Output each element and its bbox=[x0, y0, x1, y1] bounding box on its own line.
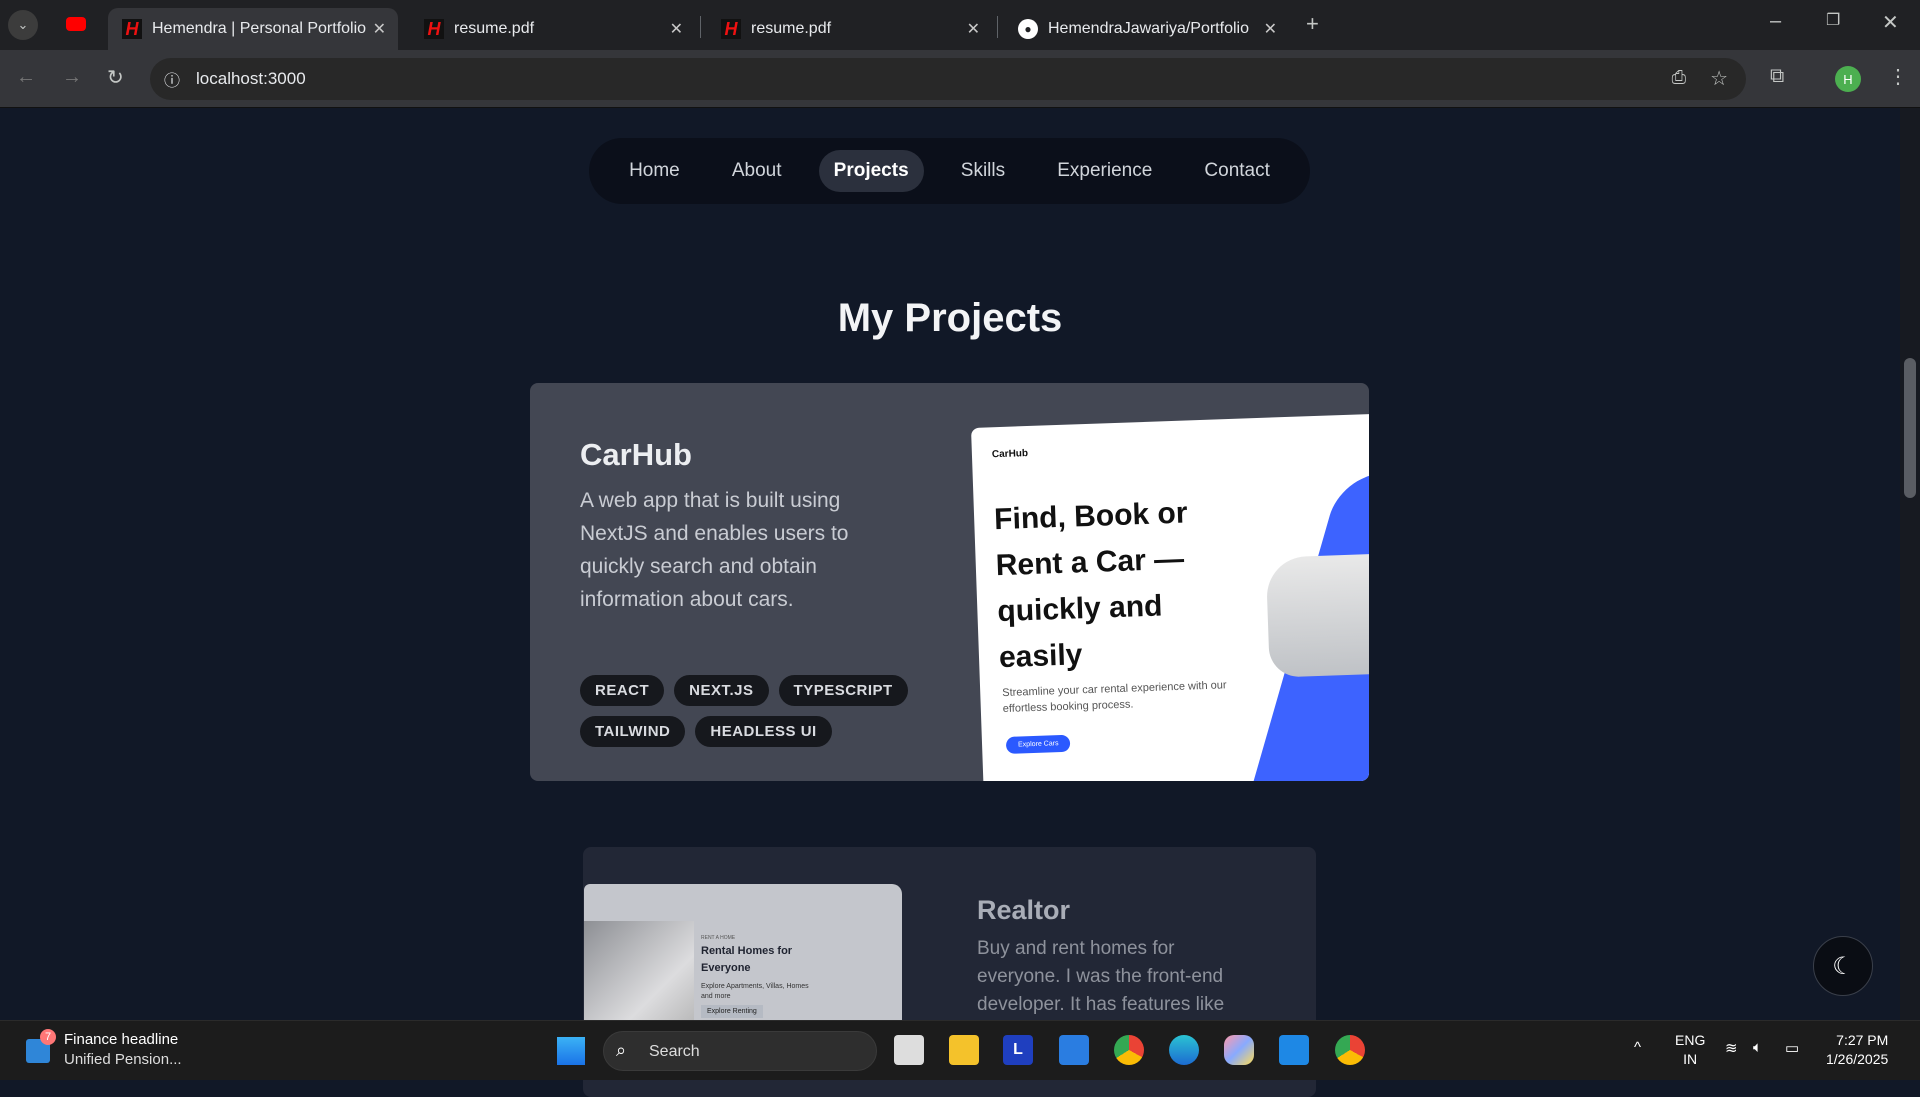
lang-code: ENG bbox=[1675, 1032, 1706, 1048]
car-image bbox=[1265, 552, 1369, 678]
news-title[interactable]: Finance headline bbox=[64, 1031, 178, 1048]
tab-title: Hemendra | Personal Portfolio bbox=[152, 20, 367, 37]
tray-overflow-icon[interactable]: ^ bbox=[1634, 1039, 1641, 1056]
nav-experience[interactable]: Experience bbox=[1042, 150, 1167, 192]
copilot-icon[interactable] bbox=[1224, 1035, 1254, 1065]
theme-toggle-button[interactable]: ☾ bbox=[1813, 936, 1873, 996]
nav-contact[interactable]: Contact bbox=[1189, 150, 1284, 192]
section-title: My Projects bbox=[837, 296, 1063, 340]
file-explorer-icon[interactable] bbox=[949, 1035, 979, 1065]
azure-app-icon[interactable] bbox=[1059, 1035, 1089, 1065]
nav-skills[interactable]: Skills bbox=[946, 150, 1020, 192]
h-favicon-icon: H bbox=[122, 19, 142, 39]
battery-icon[interactable]: ▭ bbox=[1785, 1039, 1799, 1057]
extensions-icon[interactable]: ⧉ bbox=[1770, 65, 1784, 88]
tab-title: resume.pdf bbox=[454, 20, 535, 37]
main-nav: Home About Projects Skills Experience Co… bbox=[589, 138, 1310, 204]
edge-icon[interactable] bbox=[1169, 1035, 1199, 1065]
minimize-icon[interactable]: – bbox=[1770, 10, 1781, 33]
tab-separator bbox=[997, 16, 998, 38]
time: 7:27 PM bbox=[1836, 1032, 1889, 1048]
search-icon: ⌕ bbox=[616, 1040, 627, 1060]
chrome-icon[interactable] bbox=[1114, 1035, 1144, 1065]
tag-list: REACT NEXT.JS TYPESCRIPT TAILWIND HEADLE… bbox=[580, 675, 940, 747]
tab-search-button[interactable]: ⌄ bbox=[8, 10, 38, 40]
chrome-profile-icon[interactable] bbox=[1335, 1035, 1365, 1065]
start-button[interactable] bbox=[557, 1037, 585, 1065]
h-favicon-icon: H bbox=[424, 19, 444, 39]
tab-resume-1[interactable]: Hresume.pdf ✕ bbox=[410, 8, 695, 50]
preview-subtext: Streamline your car rental experience wi… bbox=[1002, 679, 1227, 716]
youtube-pinned-tab[interactable] bbox=[66, 17, 86, 31]
vscode-icon[interactable] bbox=[1279, 1035, 1309, 1065]
forward-icon[interactable]: → bbox=[62, 66, 82, 89]
news-badge: 7 bbox=[40, 1029, 56, 1045]
preview-headline: Find, Book or Rent a Car — quickly and e… bbox=[993, 496, 1189, 675]
tab-title: HemendraJawariya/Portfolio bbox=[1048, 20, 1249, 37]
new-tab-icon[interactable]: + bbox=[1306, 11, 1319, 37]
reload-icon[interactable]: ↻ bbox=[107, 65, 124, 90]
bookmark-star-icon[interactable]: ☆ bbox=[1710, 66, 1728, 91]
nav-about[interactable]: About bbox=[717, 150, 797, 192]
address-bar[interactable]: ⓘ localhost:3000 ⎙ ☆ bbox=[150, 58, 1746, 100]
restore-icon[interactable]: ❐ bbox=[1826, 10, 1840, 30]
nav-projects[interactable]: Projects bbox=[818, 150, 924, 192]
wifi-icon[interactable]: ≋ bbox=[1725, 1039, 1738, 1057]
url-text[interactable]: localhost:3000 bbox=[196, 69, 306, 89]
preview-headline: Rental Homes for Everyone bbox=[701, 945, 793, 974]
back-icon[interactable]: ← bbox=[16, 66, 36, 89]
project-title: Realtor bbox=[977, 895, 1071, 925]
tab-portfolio[interactable]: H Hemendra | Personal Portfolio ✕ bbox=[108, 8, 398, 50]
tab-resume-2[interactable]: Hresume.pdf ✕ bbox=[707, 8, 992, 50]
project-description: Buy and rent homes for everyone. I was t… bbox=[977, 938, 1225, 1015]
menu-kebab-icon[interactable]: ⋮ bbox=[1888, 64, 1908, 89]
tab-title: resume.pdf bbox=[751, 20, 832, 37]
tag: TYPESCRIPT bbox=[778, 675, 908, 706]
scrollbar-thumb[interactable] bbox=[1904, 358, 1916, 498]
tab-separator bbox=[700, 16, 701, 38]
install-app-icon[interactable]: ⎙ bbox=[1672, 67, 1686, 88]
clock[interactable]: 7:27 PM 1/26/2025 bbox=[1826, 1031, 1888, 1069]
region-code: IN bbox=[1683, 1051, 1698, 1067]
preview-kicker: RENT A HOME bbox=[701, 935, 736, 941]
news-subtitle[interactable]: Unified Pension... bbox=[64, 1051, 182, 1068]
tag: TAILWIND bbox=[580, 716, 686, 747]
close-tab-icon[interactable]: ✕ bbox=[670, 19, 683, 39]
project-preview-image[interactable]: CarHub Find, Book or Rent a Car — quickl… bbox=[971, 413, 1369, 781]
nav-home[interactable]: Home bbox=[614, 150, 695, 192]
volume-icon[interactable]: 🔈︎ bbox=[1753, 1039, 1762, 1056]
task-view-icon[interactable] bbox=[894, 1035, 924, 1065]
profile-avatar[interactable]: H bbox=[1835, 66, 1861, 92]
close-tab-icon[interactable]: ✕ bbox=[967, 19, 980, 39]
preview-subtext: Explore Apartments, Villas, Homes and mo… bbox=[701, 983, 809, 1000]
language-indicator[interactable]: ENG IN bbox=[1675, 1031, 1705, 1069]
close-tab-icon[interactable]: ✕ bbox=[373, 19, 386, 39]
windows-taskbar: 7 Finance headline Unified Pension... ⌕ … bbox=[0, 1020, 1920, 1080]
preview-logo: CarHub bbox=[991, 448, 1029, 461]
tag: REACT bbox=[580, 675, 665, 706]
l-app-icon[interactable]: L bbox=[1003, 1035, 1033, 1065]
h-favicon-icon: H bbox=[721, 19, 741, 39]
date: 1/26/2025 bbox=[1826, 1051, 1889, 1067]
github-icon: ● bbox=[1018, 19, 1038, 39]
close-window-icon[interactable]: ✕ bbox=[1882, 10, 1899, 35]
browser-tab-bar: ⌄ H Hemendra | Personal Portfolio ✕ Hresum… bbox=[0, 0, 1920, 50]
taskbar-search[interactable]: ⌕ Search bbox=[603, 1031, 877, 1071]
project-card-carhub[interactable]: CarHub A web app that is built using Nex… bbox=[530, 383, 1369, 781]
tag: NEXT.JS bbox=[674, 675, 769, 706]
moon-icon: ☾ bbox=[1832, 952, 1854, 980]
address-bar-row: ← → ↻ ⓘ localhost:3000 ⎙ ☆ ⧉ H ⋮ bbox=[0, 50, 1920, 108]
site-info-icon[interactable]: ⓘ bbox=[164, 67, 180, 91]
project-description: A web app that is built using NextJS and… bbox=[580, 489, 849, 611]
preview-button: Explore Cars bbox=[1005, 734, 1071, 754]
page-scrollbar[interactable] bbox=[1900, 108, 1920, 1020]
preview-button: Explore Renting bbox=[701, 1005, 763, 1018]
close-tab-icon[interactable]: ✕ bbox=[1264, 19, 1277, 39]
search-label: Search bbox=[649, 1043, 700, 1060]
tab-github[interactable]: ● HemendraJawariya/Portfolio ✕ bbox=[1004, 8, 1289, 50]
tag: HEADLESS UI bbox=[695, 716, 832, 747]
project-title: CarHub bbox=[580, 437, 692, 472]
